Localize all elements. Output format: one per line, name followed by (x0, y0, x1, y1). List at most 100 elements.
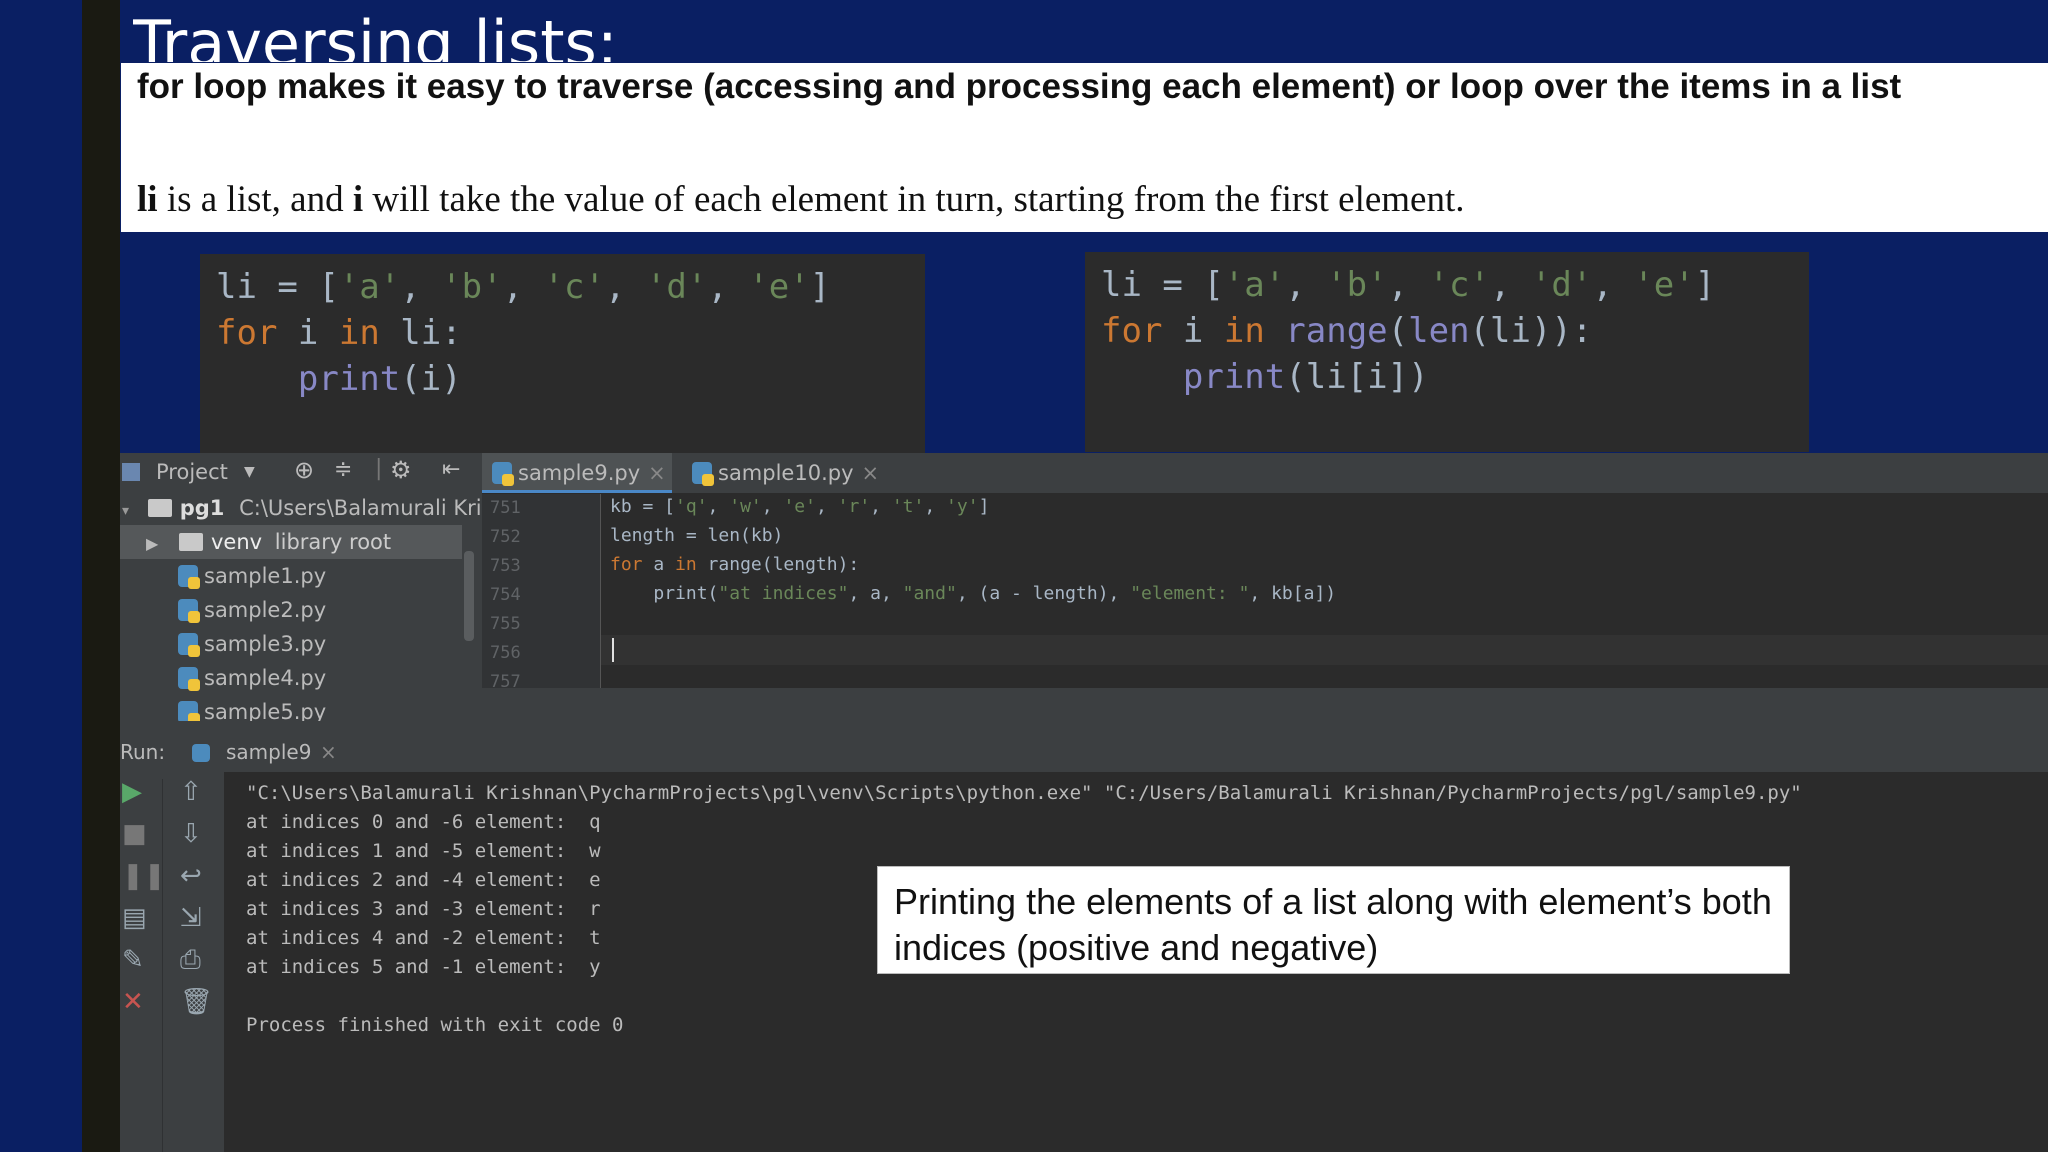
slide-title: Traversing lists: (133, 7, 618, 62)
close-icon[interactable]: × (320, 740, 337, 764)
code-snippet-left: li = ['a', 'b', 'c', 'd', 'e'] for i in … (200, 254, 925, 454)
console-line: at indices 0 and -6 element: q (246, 811, 601, 833)
layout-icon[interactable]: ▤ (122, 905, 147, 931)
chevron-down-icon[interactable]: ▼ (244, 464, 255, 480)
code-right-line-2: for i in range(len(li)): (1101, 311, 1593, 351)
desc-part2: will take the value of each element in t… (363, 179, 1465, 220)
tree-item-venv[interactable]: ▶ venv library root (120, 525, 462, 559)
close-icon[interactable]: × (648, 461, 666, 485)
venv-label: venv (211, 530, 263, 554)
pause-icon[interactable]: ❚❚ (122, 863, 166, 889)
tree-file-item[interactable]: sample3.py (178, 627, 326, 661)
line-number: 752 (490, 527, 521, 547)
trash-icon[interactable]: 🗑 (180, 989, 213, 1015)
scroll-to-end-icon[interactable]: ⇲ (180, 905, 202, 931)
console-line: Process finished with exit code 0 (246, 1014, 624, 1036)
console-line: at indices 5 and -1 element: y (246, 956, 601, 978)
callout-box: Printing the elements of a list along wi… (877, 866, 1790, 974)
desc-i: i (352, 179, 364, 220)
line-number: 754 (490, 585, 521, 605)
line-number: 757 (490, 672, 521, 692)
code-right-line-3: print(li[i]) (1182, 357, 1429, 397)
callout-text: Printing the elements of a list along wi… (894, 881, 1772, 968)
desc-part1: is a list, and (157, 179, 353, 220)
run-toolbar: ▶ ⇧ ■ ⇩ ❚❚ ↩ ▤ ⇲ ✎ ⎙ ✕ 🗑 (120, 779, 224, 1152)
editor-line-751: kb = ['q', 'w', 'e', 'r', 't', 'y'] (610, 496, 990, 517)
code-snippet-right: li = ['a', 'b', 'c', 'd', 'e'] for i in … (1085, 252, 1809, 452)
toolbar-divider (162, 779, 163, 1152)
description-text: li is a list, and i will take the value … (137, 179, 2027, 221)
soft-wrap-icon[interactable]: ↩ (180, 863, 202, 889)
editor-line-754: print("at indices", a, "and", (a - lengt… (653, 583, 1337, 604)
editor-tabs: sample9.py × sample10.py × (482, 453, 2048, 494)
venv-note: library root (274, 530, 392, 554)
gear-icon[interactable]: ⚙ (390, 456, 412, 484)
tab-sample9[interactable]: sample9.py × (482, 453, 672, 493)
code-editor[interactable]: 751 752 753 754 755 756 757 kb = ['q', '… (482, 494, 2048, 692)
tree-file-item[interactable]: sample5.py (178, 695, 326, 721)
line-number: 751 (490, 498, 521, 518)
close-icon[interactable]: ✕ (122, 989, 144, 1015)
line-number: 755 (490, 614, 521, 634)
editor-line-753: for a in range(length): (610, 554, 860, 575)
console-line: "C:\Users\Balamurali Krishnan\PycharmPro… (246, 782, 1802, 804)
python-file-icon (178, 565, 200, 589)
run-label: Run: (120, 740, 166, 764)
left-frame-bar (82, 0, 120, 1152)
desc-li: li (137, 179, 158, 220)
folder-icon (147, 499, 172, 517)
run-tab-sample9[interactable]: sample9 (226, 740, 311, 764)
tree-file-item[interactable]: sample1.py (178, 559, 326, 593)
file-label: sample4.py (204, 666, 327, 690)
pycharm-window: Project ▼ ⊕ ≑ | ⚙ ⇤ ▾ pg1 C:\Users\Balam… (120, 453, 2048, 1152)
arrow-down-icon[interactable]: ⇩ (180, 821, 202, 847)
python-file-icon (178, 599, 200, 623)
file-label: sample3.py (204, 632, 327, 656)
file-label: sample5.py (204, 700, 327, 721)
code-left-line-3: print(i) (297, 359, 462, 399)
file-label: sample2.py (204, 598, 327, 622)
tree-root-pg1[interactable]: ▾ pg1 C:\Users\Balamurali Krish (120, 491, 482, 525)
tree-file-item[interactable]: sample4.py (178, 661, 326, 695)
intro-panel: for loop makes it easy to traverse (acce… (121, 63, 2048, 232)
tab-label: sample9.py (518, 461, 641, 485)
close-icon[interactable]: × (862, 461, 880, 485)
project-panel-icon (122, 463, 140, 481)
tree-file-item[interactable]: sample2.py (178, 593, 326, 627)
run-icon[interactable]: ▶ (122, 779, 142, 805)
editor-line-752: length = len(kb) (610, 525, 784, 546)
current-line-highlight (601, 635, 2048, 665)
intro-text: for loop makes it easy to traverse (acce… (137, 67, 1902, 106)
line-gutter: 751 752 753 754 755 756 757 (482, 494, 601, 692)
folder-icon (179, 533, 203, 551)
toolbar-divider: | (375, 456, 383, 481)
python-file-icon (178, 667, 200, 691)
expand-arrow-icon[interactable]: ▾ (122, 503, 129, 519)
python-icon (192, 744, 210, 762)
tree-root-name: pg1 (179, 496, 225, 520)
pin-icon[interactable]: ✎ (122, 947, 144, 973)
expand-arrow-icon[interactable]: ▶ (146, 534, 158, 553)
tree-root-path: C:\Users\Balamurali Krish (239, 496, 482, 520)
python-file-icon (492, 462, 514, 486)
stop-icon[interactable]: ■ (122, 821, 147, 847)
python-file-icon (178, 701, 200, 721)
file-label: sample1.py (204, 564, 327, 588)
console-line: at indices 2 and -4 element: e (246, 869, 601, 891)
print-icon[interactable]: ⎙ (180, 947, 201, 973)
hide-panel-icon[interactable]: ⇤ (442, 457, 460, 482)
tab-sample10[interactable]: sample10.py × (682, 453, 882, 493)
run-panel-header: Run: sample9 × (120, 732, 2048, 772)
tab-label: sample10.py (718, 461, 854, 485)
arrow-up-icon[interactable]: ⇧ (180, 779, 202, 805)
python-file-icon (692, 462, 714, 486)
line-number: 753 (490, 556, 521, 576)
target-icon[interactable]: ⊕ (294, 456, 314, 484)
collapse-all-icon[interactable]: ≑ (334, 457, 352, 482)
project-dropdown[interactable]: Project (156, 460, 228, 484)
project-panel-header: Project ▼ ⊕ ≑ | ⚙ ⇤ (120, 453, 482, 491)
console-line: at indices 1 and -5 element: w (246, 840, 601, 862)
tree-scrollbar[interactable] (464, 551, 474, 641)
project-tree: ▾ pg1 C:\Users\Balamurali Krish ▶ venv l… (120, 491, 482, 721)
console-line: at indices 3 and -3 element: r (246, 898, 601, 920)
